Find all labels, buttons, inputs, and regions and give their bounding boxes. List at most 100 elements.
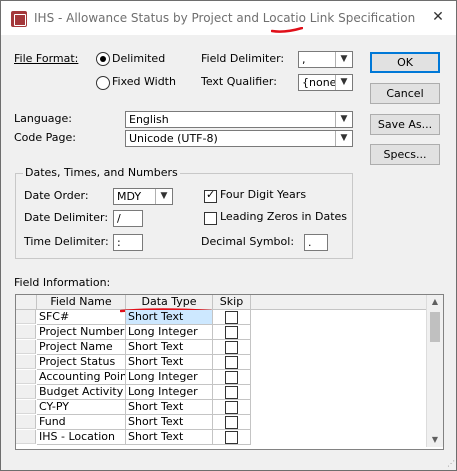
row-selector[interactable] bbox=[16, 355, 36, 369]
row-selector[interactable] bbox=[16, 370, 36, 384]
chevron-down-icon[interactable]: ▼ bbox=[335, 52, 352, 67]
code-page-value: Unicode (UTF-8) bbox=[129, 132, 218, 145]
scroll-thumb[interactable] bbox=[430, 312, 440, 342]
data-type-cell[interactable]: Short Text bbox=[126, 310, 213, 325]
field-name-cell[interactable]: CY-PY bbox=[37, 400, 126, 415]
code-page-combo[interactable]: Unicode (UTF-8) ▼ bbox=[125, 130, 353, 147]
field-name-cell[interactable]: SFC# bbox=[37, 310, 126, 325]
date-delimiter-input[interactable]: / bbox=[113, 210, 143, 227]
date-order-combo[interactable]: MDY ▼ bbox=[113, 188, 173, 205]
date-delimiter-label: Date Delimiter: bbox=[24, 211, 109, 224]
skip-cell[interactable] bbox=[213, 370, 251, 385]
row-selector[interactable] bbox=[16, 385, 36, 399]
ok-button[interactable]: OK bbox=[370, 52, 440, 73]
chevron-down-icon[interactable]: ▼ bbox=[335, 75, 352, 90]
skip-checkbox[interactable] bbox=[225, 416, 238, 429]
field-name-cell[interactable]: Accounting Point bbox=[37, 370, 126, 385]
text-qualifier-label: Text Qualifier: bbox=[201, 75, 277, 88]
row-selector[interactable] bbox=[16, 325, 36, 339]
delimited-label[interactable]: Delimited bbox=[112, 52, 165, 65]
skip-cell[interactable] bbox=[213, 355, 251, 370]
scroll-up-icon[interactable]: ▲ bbox=[427, 295, 443, 309]
data-type-cell[interactable]: Short Text bbox=[126, 430, 213, 445]
row-selector[interactable] bbox=[16, 310, 36, 324]
field-information-grid[interactable]: Field Name Data Type Skip SFC# Short Text… bbox=[15, 294, 444, 450]
row-selector[interactable] bbox=[16, 400, 36, 414]
specs-button[interactable]: Specs... bbox=[370, 144, 440, 165]
grid-corner[interactable] bbox=[16, 295, 37, 310]
skip-cell[interactable] bbox=[213, 325, 251, 340]
decimal-symbol-input[interactable]: . bbox=[304, 234, 328, 251]
row-selector[interactable] bbox=[16, 340, 36, 354]
field-name-cell[interactable]: Budget Activity Pr bbox=[37, 385, 126, 400]
skip-cell[interactable] bbox=[213, 415, 251, 430]
dates-group-title: Dates, Times, and Numbers bbox=[23, 166, 180, 179]
four-digit-years-checkbox[interactable] bbox=[204, 188, 217, 203]
leading-zeros-checkbox[interactable] bbox=[204, 212, 217, 225]
field-name-cell[interactable]: Project Status bbox=[37, 355, 126, 370]
title-bar: IHS - Allowance Status by Project and Lo… bbox=[1, 1, 456, 35]
field-name-cell[interactable]: Project Name bbox=[37, 340, 126, 355]
column-header-skip[interactable]: Skip bbox=[213, 295, 251, 310]
language-label: Language: bbox=[14, 112, 72, 125]
decimal-symbol-label: Decimal Symbol: bbox=[201, 235, 295, 248]
chevron-down-icon[interactable]: ▼ bbox=[155, 189, 172, 204]
row-selector[interactable] bbox=[16, 430, 36, 444]
skip-cell[interactable] bbox=[213, 310, 251, 325]
skip-checkbox[interactable] bbox=[225, 431, 238, 444]
field-information-label: Field Information: bbox=[14, 276, 111, 289]
data-type-cell[interactable]: Short Text bbox=[126, 400, 213, 415]
time-delimiter-label: Time Delimiter: bbox=[24, 235, 109, 248]
field-delimiter-combo[interactable]: , ▼ bbox=[298, 51, 353, 68]
leading-zeros-label[interactable]: Leading Zeros in Dates bbox=[220, 210, 347, 223]
data-type-cell[interactable]: Long Integer bbox=[126, 370, 213, 385]
data-type-cell[interactable]: Short Text bbox=[126, 340, 213, 355]
skip-checkbox[interactable] bbox=[225, 401, 238, 414]
save-as-button[interactable]: Save As... bbox=[370, 114, 440, 135]
language-combo[interactable]: English ▼ bbox=[125, 111, 353, 128]
skip-cell[interactable] bbox=[213, 400, 251, 415]
scroll-down-icon[interactable]: ▼ bbox=[427, 433, 443, 447]
field-delimiter-label: Field Delimiter: bbox=[201, 52, 285, 65]
delimited-radio[interactable] bbox=[96, 52, 110, 66]
cancel-button[interactable]: Cancel bbox=[370, 83, 440, 104]
field-name-cell[interactable]: Project Number bbox=[37, 325, 126, 340]
row-selector[interactable] bbox=[16, 415, 36, 429]
close-icon[interactable]: ✕ bbox=[425, 6, 451, 28]
field-name-cell[interactable]: IHS - Location bbox=[37, 430, 126, 445]
data-type-cell[interactable]: Long Integer bbox=[126, 385, 213, 400]
field-name-cell[interactable]: Fund bbox=[37, 415, 126, 430]
chevron-down-icon[interactable]: ▼ bbox=[335, 131, 352, 146]
access-app-icon bbox=[11, 11, 27, 27]
skip-cell[interactable] bbox=[213, 430, 251, 445]
red-annotation-underline bbox=[271, 27, 303, 33]
fixed-width-radio[interactable] bbox=[96, 76, 110, 90]
skip-checkbox[interactable] bbox=[225, 371, 238, 384]
file-format-label: File Format: bbox=[14, 52, 79, 65]
skip-checkbox[interactable] bbox=[225, 311, 238, 324]
skip-checkbox[interactable] bbox=[225, 356, 238, 369]
skip-checkbox[interactable] bbox=[225, 326, 238, 339]
link-specification-dialog: IHS - Allowance Status by Project and Lo… bbox=[0, 0, 457, 471]
header-filler bbox=[251, 295, 426, 310]
data-type-cell[interactable]: Short Text bbox=[126, 355, 213, 370]
skip-cell[interactable] bbox=[213, 340, 251, 355]
field-delimiter-value: , bbox=[302, 53, 306, 66]
data-type-cell[interactable]: Short Text bbox=[126, 415, 213, 430]
four-digit-years-label[interactable]: Four Digit Years bbox=[220, 188, 306, 201]
date-order-label: Date Order: bbox=[24, 189, 89, 202]
language-value: English bbox=[129, 113, 169, 126]
data-type-cell[interactable]: Long Integer bbox=[126, 325, 213, 340]
fixed-width-label[interactable]: Fixed Width bbox=[112, 75, 176, 88]
skip-checkbox[interactable] bbox=[225, 341, 238, 354]
skip-cell[interactable] bbox=[213, 385, 251, 400]
window-title: IHS - Allowance Status by Project and Lo… bbox=[34, 11, 416, 25]
vertical-scrollbar[interactable]: ▲ ▼ bbox=[426, 295, 443, 447]
resize-grip-icon[interactable]: ⋰ bbox=[447, 459, 457, 469]
chevron-down-icon[interactable]: ▼ bbox=[335, 112, 352, 127]
column-header-field-name[interactable]: Field Name bbox=[37, 295, 126, 310]
skip-checkbox[interactable] bbox=[225, 386, 238, 399]
time-delimiter-input[interactable]: : bbox=[113, 234, 143, 251]
date-order-value: MDY bbox=[117, 190, 142, 203]
text-qualifier-combo[interactable]: {none} ▼ bbox=[298, 74, 353, 91]
